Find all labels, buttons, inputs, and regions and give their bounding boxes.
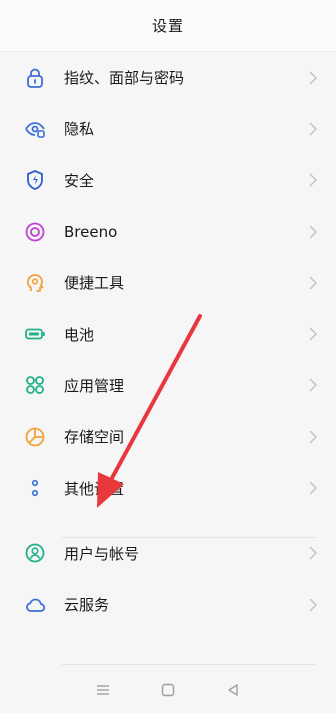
more-dots-icon [24, 477, 46, 499]
settings-item-label: Breeno [64, 222, 118, 241]
cloud-icon [24, 594, 46, 616]
settings-item-breeno[interactable]: Breeno [0, 206, 336, 257]
settings-item-storage[interactable]: 存储空间 [0, 411, 336, 462]
settings-item-fingerprint-face-password[interactable]: 指纹、面部与密码 [0, 52, 336, 103]
settings-item-security[interactable]: 安全 [0, 155, 336, 206]
section-divider [62, 664, 316, 665]
settings-item-label: 云服务 [64, 596, 110, 615]
settings-item-label: 用户与帐号 [64, 544, 140, 563]
storage-pie-icon [24, 426, 46, 448]
settings-item-label: 隐私 [64, 120, 95, 139]
page-title: 设置 [151, 17, 184, 35]
settings-list: 指纹、面部与密码 隐私 安全 Breeno 便捷工具 电池 应用管理 存储空间 … [0, 52, 336, 665]
settings-item-other-settings[interactable]: 其他设置 [0, 462, 336, 513]
chevron-right-icon [309, 481, 318, 495]
chevron-right-icon [309, 173, 318, 187]
shield-icon [24, 169, 46, 191]
settings-item-app-management[interactable]: 应用管理 [0, 360, 336, 411]
settings-item-label: 其他设置 [64, 479, 125, 498]
header-bar: 设置 [0, 0, 336, 52]
chevron-right-icon [309, 122, 318, 136]
chevron-right-icon [309, 276, 318, 290]
settings-item-label: 电池 [64, 325, 95, 344]
chevron-right-icon [309, 378, 318, 392]
breeno-icon [24, 221, 46, 243]
menu-icon[interactable] [91, 678, 115, 702]
system-nav-bar [0, 667, 336, 713]
head-tool-icon [24, 272, 46, 294]
chevron-right-icon [309, 598, 318, 612]
settings-item-label: 安全 [64, 171, 95, 190]
settings-item-label: 应用管理 [64, 376, 125, 395]
settings-item-label: 存储空间 [64, 428, 125, 447]
chevron-right-icon [309, 225, 318, 239]
home-icon[interactable] [156, 678, 180, 702]
chevron-right-icon [309, 71, 318, 85]
chevron-right-icon [309, 327, 318, 341]
settings-item-privacy[interactable]: 隐私 [0, 103, 336, 154]
lock-icon [24, 67, 46, 89]
battery-icon [24, 323, 46, 345]
privacy-eye-icon [24, 118, 46, 140]
settings-item-users-accounts[interactable]: 用户与帐号 [0, 528, 336, 579]
back-icon[interactable] [221, 678, 245, 702]
settings-item-label: 便捷工具 [64, 274, 125, 293]
chevron-right-icon [309, 430, 318, 444]
settings-item-battery[interactable]: 电池 [0, 308, 336, 359]
settings-item-label: 指纹、面部与密码 [64, 69, 185, 88]
settings-item-cloud-service[interactable]: 云服务 [0, 579, 336, 630]
user-icon [24, 542, 46, 564]
settings-item-smart-tools[interactable]: 便捷工具 [0, 257, 336, 308]
chevron-right-icon [309, 546, 318, 560]
apps-grid-icon [24, 374, 46, 396]
